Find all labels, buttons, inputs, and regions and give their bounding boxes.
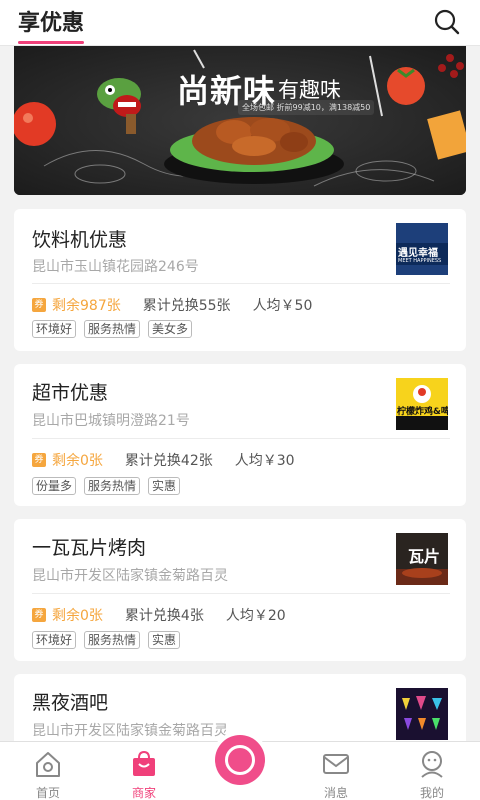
shop-name: 超市优惠 (32, 382, 109, 404)
coupon-badge: 券 (32, 608, 46, 622)
shop-thumbnail (396, 688, 448, 740)
avg-price: 人均￥20 (225, 608, 286, 624)
shop-tag: 服务热情 (84, 631, 141, 649)
coupon-remaining: 剩余0张 (52, 608, 103, 624)
shop-tag: 实惠 (148, 477, 181, 495)
shop-address: 昆山市开发区陆家镇金菊路百灵 (32, 723, 228, 739)
coupon-redeemed: 累计兑换55张 (142, 298, 231, 314)
shop-address: 昆山市玉山镇花园路246号 (32, 259, 199, 275)
card-divider (32, 438, 450, 439)
camera-button-icon (215, 735, 265, 785)
search-icon[interactable] (432, 7, 462, 37)
coupon-badge: 券 (32, 298, 46, 312)
shop-thumbnail: 遇见幸福 MEET HAPPINESS (396, 223, 448, 275)
page-title: 享优惠 (18, 11, 85, 36)
shop-tag: 环境好 (32, 631, 77, 649)
thumb-title: 瓦片 (408, 547, 441, 566)
shop-name: 饮料机优惠 (32, 229, 128, 251)
shop-card[interactable]: 饮料机优惠 昆山市玉山镇花园路246号 遇见幸福 MEET HAPPINESS … (14, 209, 466, 351)
shop-tag: 美女多 (148, 320, 193, 338)
shopping-bag-icon (129, 749, 159, 779)
thumb-title: 遇见幸福 (398, 248, 438, 259)
avg-price: 人均￥50 (252, 298, 313, 314)
tab-home[interactable]: 首页 (0, 742, 96, 800)
tab-profile[interactable]: 我的 (384, 742, 480, 800)
card-divider (32, 593, 450, 594)
camera-button[interactable] (211, 731, 269, 789)
shop-tags: 环境好 服务热情 实惠 (32, 631, 181, 649)
coupon-stats: 券 剩余0张 累计兑换4张 人均￥20 (32, 605, 286, 625)
coupon-remaining: 剩余987张 (52, 298, 121, 314)
coupon-stats: 券 剩余987张 累计兑换55张 人均￥50 (32, 295, 312, 315)
tab-label: 首页 (35, 786, 60, 800)
camera-button-ring (225, 745, 255, 775)
banner-promo-text: 全场包邮 折前99减10，满138减50 (238, 100, 375, 115)
shop-card[interactable]: 超市优惠 昆山市巴城镇明澄路21号 柠檬炸鸡&啤 券 剩余0张 累计兑换42张 … (14, 364, 466, 506)
tab-merchants[interactable]: 商家 (96, 742, 192, 800)
top-bar: 享优惠 (0, 0, 480, 46)
thumb-subtitle: MEET HAPPINESS (398, 258, 442, 264)
shop-tag: 份量多 (32, 477, 77, 495)
tab-label: 消息 (323, 786, 348, 800)
coupon-badge: 券 (32, 453, 46, 467)
shop-address: 昆山市开发区陆家镇金菊路百灵 (32, 568, 228, 584)
shop-thumbnail: 柠檬炸鸡&啤 (396, 378, 448, 430)
shop-address: 昆山市巴城镇明澄路21号 (32, 413, 190, 429)
shop-name: 一瓦瓦片烤肉 (32, 537, 147, 559)
tab-label: 我的 (419, 786, 444, 800)
shop-tag: 环境好 (32, 320, 77, 338)
shop-name: 黑夜酒吧 (32, 692, 109, 714)
coupon-remaining: 剩余0张 (52, 453, 103, 469)
shop-card[interactable]: 一瓦瓦片烤肉 昆山市开发区陆家镇金菊路百灵 瓦片 券 剩余0张 累计兑换4张 人… (14, 519, 466, 661)
mail-icon (321, 749, 351, 779)
coupon-stats: 券 剩余0张 累计兑换42张 人均￥30 (32, 450, 295, 470)
shop-tag: 服务热情 (84, 477, 141, 495)
title-underline (18, 41, 84, 44)
profile-icon (417, 749, 447, 779)
coupon-redeemed: 累计兑换42张 (124, 453, 213, 469)
card-divider (32, 283, 450, 284)
promo-banner[interactable]: 尚新味 有趣味 全场包邮 折前99减10，满138减50 (14, 46, 466, 195)
coupon-redeemed: 累计兑换4张 (124, 608, 204, 624)
shop-thumbnail: 瓦片 (396, 533, 448, 585)
thumb-title: 柠檬炸鸡&啤 (397, 407, 448, 417)
shop-tag: 服务热情 (84, 320, 141, 338)
tab-messages[interactable]: 消息 (288, 742, 384, 800)
shop-tag: 实惠 (148, 631, 181, 649)
shop-tags: 环境好 服务热情 美女多 (32, 320, 193, 338)
avg-price: 人均￥30 (234, 453, 295, 469)
shop-tags: 份量多 服务热情 实惠 (32, 477, 181, 495)
tab-label: 商家 (131, 786, 156, 800)
home-icon (33, 749, 63, 779)
